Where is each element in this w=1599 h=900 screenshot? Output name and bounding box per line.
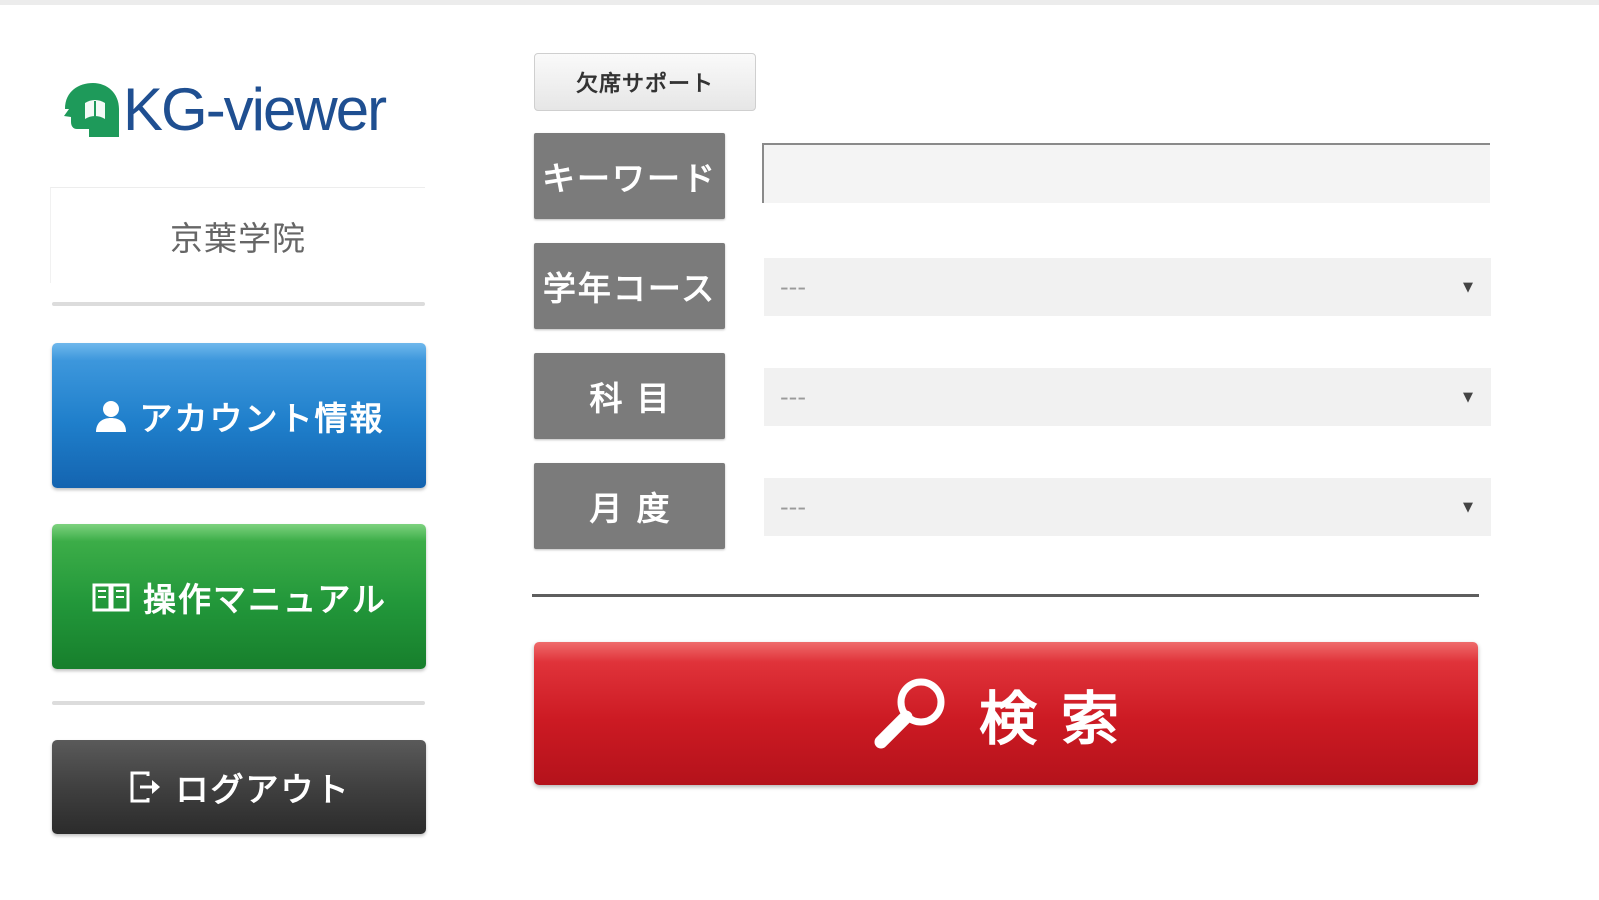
month-label: 月度 <box>534 463 725 549</box>
account-info-button[interactable]: アカウント情報 <box>52 343 426 488</box>
subject-select-value: --- <box>780 383 806 411</box>
caret-down-icon: ▼ <box>1463 499 1473 515</box>
app-logo-text: KG-viewer <box>123 76 387 143</box>
search-button[interactable]: 検索 <box>534 642 1478 785</box>
search-label: 検索 <box>978 684 1143 753</box>
subject-select[interactable]: --- ▼ <box>764 368 1491 426</box>
caret-down-icon: ▼ <box>1463 279 1473 295</box>
account-info-label: アカウント情報 <box>139 398 385 438</box>
keyword-label: キーワード <box>534 133 725 219</box>
course-select[interactable]: --- ▼ <box>764 258 1491 316</box>
caret-down-icon: ▼ <box>1463 389 1473 405</box>
logout-label: ログアウト <box>175 770 351 809</box>
logout-icon <box>130 771 160 803</box>
logout-button[interactable]: ログアウト <box>52 740 426 834</box>
reading-head-icon <box>64 83 119 137</box>
subject-label: 科目 <box>534 353 725 439</box>
book-icon <box>92 583 130 611</box>
course-select-value: --- <box>780 273 806 301</box>
month-select[interactable]: --- ▼ <box>764 478 1491 536</box>
absence-support-button[interactable]: 欠席サポート <box>534 53 756 111</box>
manual-button[interactable]: 操作マニュアル <box>52 524 426 669</box>
user-icon <box>95 400 126 432</box>
sidebar-divider <box>52 302 425 306</box>
month-select-value: --- <box>780 493 806 521</box>
app-logo: KG-viewer <box>55 75 435 145</box>
sidebar-divider <box>52 701 425 705</box>
manual-label: 操作マニュアル <box>142 579 387 619</box>
school-name: 京葉学院 <box>50 187 425 283</box>
keyword-input[interactable] <box>762 143 1490 203</box>
search-icon <box>874 678 945 748</box>
course-label: 学年コース <box>534 243 725 329</box>
form-divider <box>532 594 1479 597</box>
page: KG-viewer 京葉学院 アカウント情報 操作マニュアル ログアウト 欠席サ… <box>0 0 1599 900</box>
